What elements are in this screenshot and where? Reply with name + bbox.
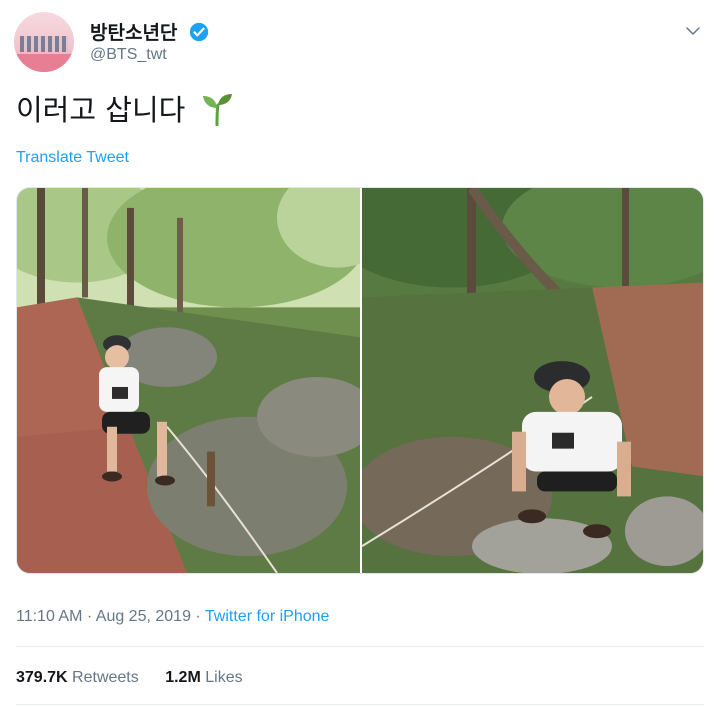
photo-forest-path-right[interactable] [362, 188, 704, 573]
tweet-text: 이러고 삽니다 [16, 93, 186, 127]
tweet-date[interactable]: Aug 25, 2019 [96, 608, 191, 625]
likes-stat[interactable]: 1.2M Likes [165, 669, 242, 687]
retweets-count: 379.7K [16, 669, 68, 686]
time-date-separator: · [86, 608, 93, 625]
engagement-stats: 379.7K Retweets 1.2M Likes [16, 669, 265, 687]
avatar-floor [14, 54, 74, 72]
translate-tweet-link[interactable]: Translate Tweet [16, 149, 129, 167]
source-separator: · [195, 608, 201, 625]
seedling-emoji [202, 94, 232, 126]
media-grid[interactable] [16, 187, 704, 574]
tweet-text-row: 이러고 삽니다 [16, 87, 233, 129]
likes-count: 1.2M [165, 669, 201, 686]
display-name-row[interactable]: 방탄소년단 [90, 18, 209, 45]
photo-forest-path-left[interactable] [17, 188, 360, 573]
retweets-stat[interactable]: 379.7K Retweets [16, 669, 139, 687]
divider [16, 646, 704, 647]
avatar[interactable] [14, 12, 74, 72]
tweet-source-link[interactable]: Twitter for iPhone [205, 608, 330, 625]
account-handle[interactable]: @BTS_twt [90, 46, 167, 64]
verified-badge-icon [189, 23, 208, 42]
display-name[interactable]: 방탄소년단 [90, 23, 177, 44]
divider-bottom [16, 704, 704, 705]
chevron-down-icon[interactable] [684, 22, 702, 40]
avatar-group-figure [20, 36, 68, 52]
likes-label: Likes [205, 669, 243, 686]
tweet-time[interactable]: 11:10 AM [16, 608, 82, 625]
retweets-label: Retweets [72, 669, 139, 686]
tweet-timestamp: 11:10 AM · Aug 25, 2019 · Twitter for iP… [16, 608, 329, 626]
